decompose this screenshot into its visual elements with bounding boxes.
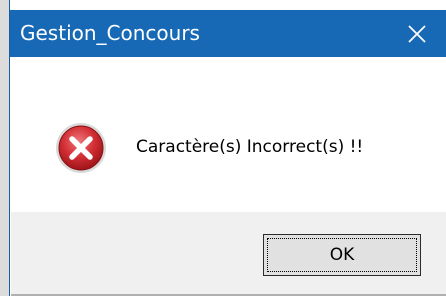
message-dialog: Gestion_Concours Caractère(s) Incorrect(… <box>0 0 446 296</box>
ok-button-label: OK <box>267 238 417 272</box>
window-left-edge <box>0 0 10 296</box>
window-title: Gestion_Concours <box>20 21 200 45</box>
error-icon <box>56 123 106 173</box>
button-bar: OK <box>11 212 446 296</box>
close-button[interactable] <box>388 10 446 57</box>
title-bar[interactable]: Gestion_Concours <box>10 10 446 57</box>
dialog-body: Caractère(s) Incorrect(s) !! <box>11 57 446 212</box>
error-message: Caractère(s) Incorrect(s) !! <box>136 137 364 157</box>
close-icon <box>408 24 426 43</box>
ok-button[interactable]: OK <box>263 234 421 276</box>
